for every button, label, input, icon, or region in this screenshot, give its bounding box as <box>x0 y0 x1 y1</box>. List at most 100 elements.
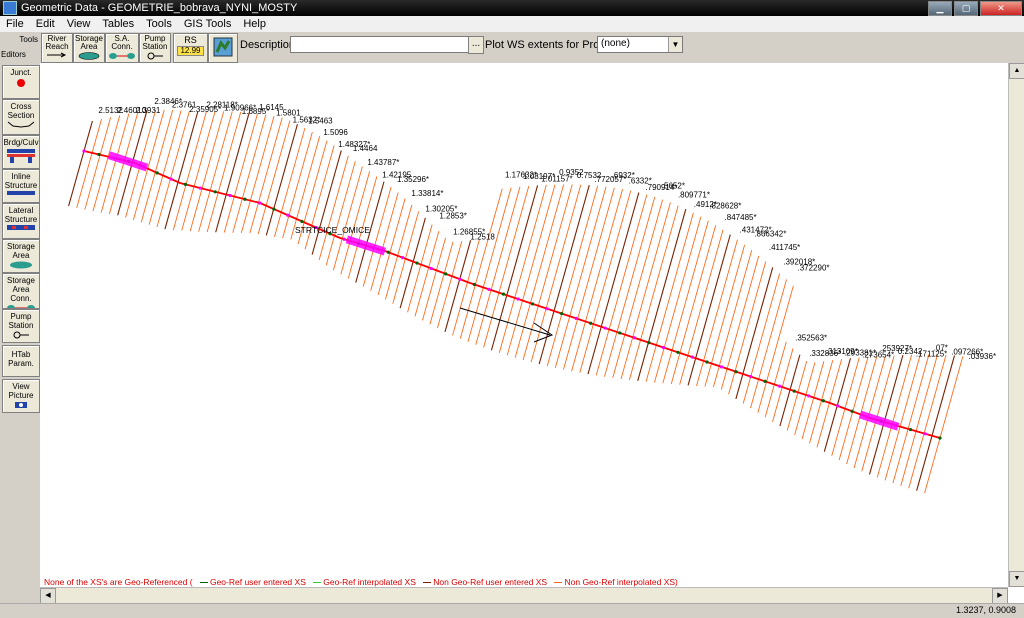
cross-section-interpolated <box>750 279 787 409</box>
maximize-button[interactable]: ▢ <box>954 1 978 16</box>
cross-section-interpolated <box>362 186 392 287</box>
tools-editors-label: Tools Editors <box>0 33 40 61</box>
storage-area-editor-button[interactable]: Storage Area <box>2 239 40 273</box>
horizontal-scrollbar[interactable]: ◀ ▶ <box>40 587 1008 604</box>
cross-section-interpolated <box>318 155 349 261</box>
bank-station-marker <box>82 149 86 153</box>
scroll-up-icon[interactable]: ▲ <box>1009 63 1024 79</box>
geometry-canvas[interactable]: STRTCICE_OMICE 2.5132 2.46010 2.3931 2.3846*… <box>40 63 1024 603</box>
station-label: 1.35296* <box>397 175 429 184</box>
menu-tables[interactable]: Tables <box>96 18 140 30</box>
cross-section-interpolated <box>562 187 615 370</box>
bank-station-marker <box>401 256 405 260</box>
bank-station-marker <box>545 307 549 311</box>
scroll-down-icon[interactable]: ▼ <box>1009 571 1024 587</box>
htab-param-button[interactable]: HTab Param. <box>2 345 40 377</box>
station-label: .352563* <box>795 334 827 343</box>
lateral-structure-button[interactable]: Lateral Structure <box>2 203 40 239</box>
bank-station-marker <box>647 341 651 345</box>
bank-station-marker <box>821 399 825 403</box>
pump-station-editor-button[interactable]: Pump Station <box>2 309 40 343</box>
rs-badge: 12.99 <box>177 46 204 56</box>
bank-station-marker <box>705 360 709 364</box>
description-input[interactable] <box>290 36 470 53</box>
bank-station-marker <box>183 182 188 186</box>
storage-area-button[interactable]: Storage Area <box>73 33 105 63</box>
bank-station-marker <box>415 261 419 265</box>
map-button[interactable] <box>208 33 238 63</box>
menu-tools[interactable]: Tools <box>140 18 178 30</box>
cross-section-interpolated <box>332 166 363 271</box>
rs-button[interactable]: RS 12.99 <box>173 33 208 63</box>
station-label: .809771* <box>678 190 710 199</box>
cross-section-user <box>587 192 640 375</box>
bank-station-marker <box>458 277 462 281</box>
bank-station-marker <box>850 409 854 413</box>
bank-station-marker <box>429 266 433 271</box>
legend-swatch-geo-user <box>199 582 208 584</box>
profile-select[interactable]: (none) ▼ <box>597 36 683 53</box>
inline-structure-button[interactable]: Inline Structure <box>2 169 40 203</box>
storage-area-conn-button[interactable]: Storage Area Conn. <box>2 273 40 309</box>
bank-station-marker <box>530 302 535 306</box>
cross-section-interpolated <box>786 361 808 431</box>
cross-section-interpolated <box>240 115 275 233</box>
junction-button[interactable]: Junct. <box>2 65 40 99</box>
cross-section-interpolated <box>181 111 216 231</box>
cross-section-interpolated <box>579 190 632 373</box>
bank-station-marker <box>589 321 593 325</box>
station-label: .847485* <box>725 213 757 222</box>
pump-station-button[interactable]: Pump Station <box>139 33 171 63</box>
bank-station-marker <box>676 350 680 354</box>
inline-structure-icon <box>7 191 35 195</box>
vertical-scrollbar[interactable]: ▲ ▼ <box>1008 63 1024 587</box>
cross-section-interpolated <box>370 192 399 291</box>
pump-icon <box>13 331 29 339</box>
river-geometry-plot[interactable]: STRTCICE_OMICE2.51322.460102.39312.3846*… <box>40 63 1008 587</box>
station-label: 2.3931 <box>136 106 161 115</box>
bank-station-marker <box>169 177 173 181</box>
editors-bar: Junct. Cross Section Brdg/Culv Inline St… <box>0 63 41 603</box>
bridge-culvert-button[interactable]: Brdg/Culv <box>2 135 40 169</box>
cross-section-interpolated <box>148 110 182 225</box>
bank-station-marker <box>908 427 913 432</box>
menu-view[interactable]: View <box>61 18 97 30</box>
scroll-right-icon[interactable]: ▶ <box>992 588 1008 604</box>
bank-station-marker <box>938 436 942 440</box>
station-label: .828628* <box>709 201 741 210</box>
view-picture-button[interactable]: View Picture <box>2 379 40 413</box>
scroll-left-icon[interactable]: ◀ <box>40 588 56 604</box>
cross-section-interpolated <box>452 239 480 336</box>
bank-station-marker <box>272 207 276 211</box>
bank-station-marker <box>228 193 232 198</box>
legend-swatch-nongeo-user <box>423 582 432 584</box>
bank-station-marker <box>258 201 262 205</box>
legend-nongeo-interp: Non Geo-Ref interpolated XS) <box>564 577 678 587</box>
sa-conn-button[interactable]: S.A. Conn. <box>105 33 139 63</box>
cross-section-interpolated <box>429 241 454 325</box>
station-label: 1.5096 <box>323 128 348 137</box>
cross-section-interpolated <box>794 362 816 435</box>
description-browse-button[interactable]: ... <box>468 36 484 54</box>
station-label: 1.2853* <box>439 212 467 221</box>
menu-help[interactable]: Help <box>237 18 272 30</box>
close-button[interactable]: ✕ <box>980 1 1022 16</box>
cross-section-interpolated <box>884 354 921 481</box>
cross-section-interpolated <box>92 115 121 212</box>
bank-station-marker <box>923 432 927 436</box>
bank-station-marker <box>749 374 753 379</box>
cross-section-interpolated <box>571 188 624 372</box>
chevron-down-icon[interactable]: ▼ <box>668 37 682 52</box>
menu-file[interactable]: File <box>0 18 30 30</box>
menu-gis-tools[interactable]: GIS Tools <box>178 18 238 30</box>
legend: None of the XS's are Geo-Referenced ( Ge… <box>44 577 680 587</box>
bank-station-marker <box>386 250 390 254</box>
river-reach-button[interactable]: River Reach <box>41 33 73 63</box>
cross-section-interpolated <box>892 354 930 484</box>
menu-edit[interactable]: Edit <box>30 18 61 30</box>
cross-section-interpolated <box>249 117 283 234</box>
cross-section-interpolated <box>156 110 190 228</box>
cross-section-button[interactable]: Cross Section <box>2 99 40 135</box>
legend-swatch-geo-interp <box>313 582 322 584</box>
minimize-button[interactable]: ▁ <box>928 1 952 16</box>
